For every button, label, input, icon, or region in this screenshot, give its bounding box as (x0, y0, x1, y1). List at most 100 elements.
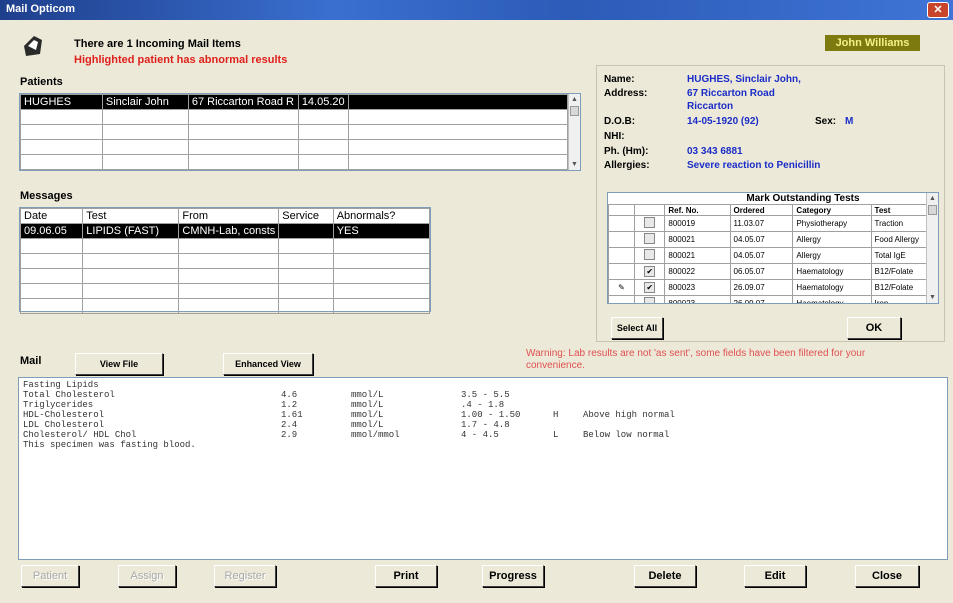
patient-cell: Sinclair John (101, 94, 189, 110)
outstanding-cell[interactable] (634, 215, 666, 232)
outstanding-cell: Traction (870, 215, 929, 232)
messages-column-header[interactable]: Date (19, 208, 84, 224)
patient-cell (347, 124, 569, 140)
outstanding-row[interactable]: 800019 11.03.07 Physiotherapy Traction (608, 215, 929, 232)
select-checkbox[interactable] (644, 217, 656, 228)
select-checkbox[interactable]: ✔ (644, 266, 656, 277)
report-field: 1.61 (281, 410, 303, 420)
outstanding-cell[interactable] (634, 247, 666, 264)
patients-label: Patients (20, 76, 63, 88)
outstanding-cell: 06.05.07 (729, 263, 794, 280)
messages-column-header[interactable]: From (178, 208, 280, 224)
outstanding-column-header[interactable]: Test (870, 204, 929, 216)
message-row[interactable]: 09.06.05 LIPIDS (FAST) CMNH-Lab, consts YES (19, 223, 431, 239)
outstanding-cell: Iron (870, 295, 929, 303)
patient-cell (20, 109, 103, 125)
outstanding-row[interactable]: ✔ 800022 06.05.07 Haematology B12/Folate (608, 263, 929, 280)
outstanding-row[interactable]: 800023 26.09.07 Haematology Iron (608, 295, 929, 303)
message-cell (332, 253, 431, 269)
close-button[interactable]: Close (855, 565, 919, 587)
outstanding-row[interactable]: ✎ ✔ 800023 26.09.07 Haematology B12/Folate (608, 279, 929, 296)
outstanding-cell[interactable] (634, 295, 666, 303)
patient-row-empty[interactable] (20, 109, 569, 125)
message-row-empty[interactable] (19, 298, 431, 314)
report-field: Below low normal (583, 430, 670, 440)
message-row-empty[interactable] (19, 238, 431, 254)
messages-column-header[interactable]: Abnormals? (332, 208, 431, 224)
ok-button[interactable]: OK (847, 317, 901, 339)
message-row-empty[interactable] (19, 253, 431, 269)
patient-cell (297, 124, 349, 140)
outstanding-column-header[interactable]: Ordered (729, 204, 794, 216)
patient-row-empty[interactable] (20, 124, 569, 140)
outstanding-cell: Haematology (792, 295, 872, 303)
outstanding-column-header[interactable] (634, 204, 666, 216)
report-line: This specimen was fasting blood. (23, 440, 943, 450)
outstanding-cell: Haematology (792, 263, 872, 280)
outstanding-row[interactable]: 800021 04.05.07 Allergy Total IgE (608, 247, 929, 264)
outstanding-cell: 800022 (664, 263, 731, 280)
messages-column-header[interactable]: Service (278, 208, 334, 224)
patient-row-empty[interactable] (20, 154, 569, 170)
outstanding-cell[interactable] (608, 215, 636, 232)
outstanding-cell: Allergy (792, 247, 872, 264)
select-checkbox[interactable] (644, 249, 656, 260)
messages-column-header[interactable]: Test (82, 208, 180, 224)
progress-button[interactable]: Progress (482, 565, 544, 587)
patient-row[interactable]: HUGHES Sinclair John 67 Riccarton Road R 14… (20, 94, 569, 110)
report-field: 1.2 (281, 400, 298, 410)
enhanced-view-button[interactable]: Enhanced View (223, 353, 313, 375)
outstanding-scrollbar[interactable]: ▲ ▼ (926, 193, 938, 303)
outstanding-column-header[interactable] (608, 204, 636, 216)
message-row-empty[interactable] (19, 283, 431, 299)
outstanding-column-header[interactable]: Category (792, 204, 872, 216)
select-checkbox[interactable] (644, 297, 656, 303)
patients-scrollbar[interactable]: ▲ ▼ (568, 94, 580, 170)
patient-cell (297, 139, 349, 155)
patient-address-line1: 67 Riccarton Road (687, 88, 775, 99)
outstanding-cell[interactable] (608, 295, 636, 303)
edit-button[interactable]: Edit (744, 565, 806, 587)
select-checkbox[interactable]: ✔ (644, 282, 656, 293)
outstanding-cell[interactable] (608, 247, 636, 264)
print-button[interactable]: Print (375, 565, 437, 587)
select-checkbox[interactable] (644, 233, 656, 244)
register-button[interactable]: Register (214, 565, 276, 587)
message-cell: YES (332, 223, 431, 239)
outstanding-row[interactable]: 800021 04.05.07 Allergy Food Allergy (608, 231, 929, 248)
outstanding-cell: 11.03.07 (729, 215, 794, 232)
patient-cell (187, 124, 299, 140)
report-field: HDL-Cholesterol (23, 410, 105, 420)
outstanding-cell[interactable]: ✎ (608, 279, 636, 296)
nhi-key: NHI: (604, 131, 625, 142)
outstanding-cell[interactable] (634, 231, 666, 248)
outstanding-cell[interactable]: ✔ (634, 263, 666, 280)
delete-button[interactable]: Delete (634, 565, 696, 587)
messages-grid[interactable]: Date Test From Service Abnormals? 09.06.05 LIP… (19, 207, 431, 314)
message-row-empty[interactable] (19, 268, 431, 284)
patient-row-empty[interactable] (20, 139, 569, 155)
outstanding-cell: Total IgE (870, 247, 929, 264)
close-icon[interactable]: ✕ (927, 2, 949, 18)
assign-button[interactable]: Assign (118, 565, 176, 587)
user-badge[interactable]: John Williams (825, 35, 920, 51)
outstanding-cell[interactable] (608, 231, 636, 248)
report-field: mmol/mmol (351, 430, 400, 440)
view-file-button[interactable]: View File (75, 353, 163, 375)
outstanding-cell: 800021 (664, 247, 731, 264)
patients-grid[interactable]: HUGHES Sinclair John 67 Riccarton Road R 14… (19, 93, 581, 171)
select-all-button[interactable]: Select All (611, 317, 663, 339)
patient-allergies: Severe reaction to Penicillin (687, 160, 821, 171)
patient-button[interactable]: Patient (21, 565, 79, 587)
outstanding-cell[interactable]: ✔ (634, 279, 666, 296)
outstanding-column-header[interactable]: Ref. No. (664, 204, 731, 216)
mail-content-area[interactable]: Fasting Lipids Total Cholesterol 4.6 mmol/L… (18, 377, 948, 560)
outstanding-cell[interactable] (608, 263, 636, 280)
outstanding-tests-grid[interactable]: Mark Outstanding Tests Ref. No. Ordered Ca… (607, 192, 939, 304)
message-cell (19, 268, 84, 284)
messages-label: Messages (20, 190, 73, 202)
patient-details-panel: Name: HUGHES, Sinclair John, Address: 67… (596, 65, 945, 342)
outstanding-cell: 800023 (664, 279, 731, 296)
address-key: Address: (604, 88, 648, 99)
patient-cell (101, 139, 189, 155)
